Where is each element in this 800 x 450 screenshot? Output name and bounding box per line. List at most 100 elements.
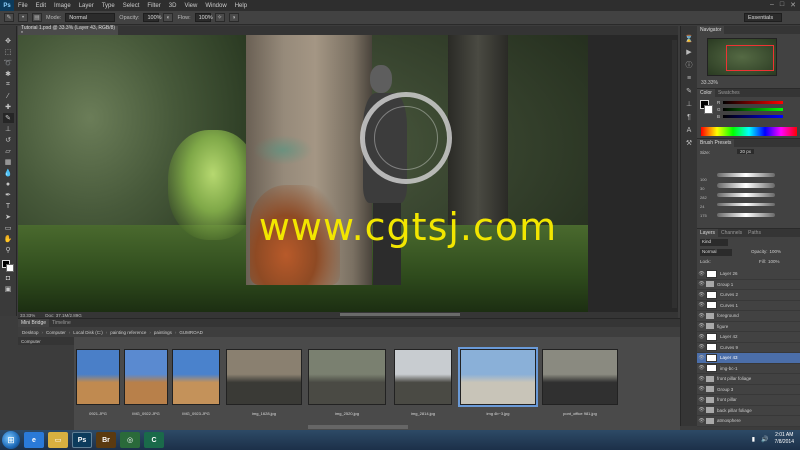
layer-blend-select[interactable]: Normal [700,249,732,256]
menu-view[interactable]: View [180,3,201,9]
brush-stroke-preview[interactable] [717,213,775,217]
type-tool-icon[interactable]: T [3,201,14,211]
menu-3d[interactable]: 3D [165,3,181,9]
layer-row[interactable]: 👁 Curves 2 [697,290,800,301]
brush-size-3[interactable]: 282 [700,193,707,202]
thumbnail-image[interactable] [226,349,302,405]
layer-visibility-icon[interactable]: 👁 [697,407,706,413]
character-icon[interactable]: A [684,125,695,135]
eyedropper-tool-icon[interactable]: ⁄ [3,91,14,101]
history-brush-tool-icon[interactable]: ↺ [3,135,14,145]
tab-brush-presets[interactable]: Brush Presets [697,139,735,147]
layer-opacity-field[interactable]: 100% [770,249,782,254]
history-icon[interactable]: ⌛ [684,34,695,44]
layer-visibility-icon[interactable]: 👁 [697,376,706,382]
brush-stroke-preview[interactable] [717,203,775,206]
workspace-select[interactable]: Essentials [744,13,782,22]
layer-visibility-icon[interactable]: 👁 [697,292,706,298]
layer-visibility-icon[interactable]: 👁 [697,386,706,392]
taskbar-explorer-icon[interactable]: ▭ [48,432,68,448]
layer-row[interactable]: 👁 front pillar [697,395,800,406]
breadcrumb-item[interactable]: paintings [154,330,172,335]
eraser-tool-icon[interactable]: ▱ [3,146,14,156]
tool-presets-icon[interactable]: ⚒ [684,138,695,148]
menu-edit[interactable]: Edit [32,3,50,9]
breadcrumb-item[interactable]: Desktop [22,330,39,335]
layer-filter-select[interactable]: Kind [700,239,728,246]
tab-channels[interactable]: Channels [718,229,745,237]
layer-visibility-icon[interactable]: 👁 [697,271,706,277]
brush-tool-icon[interactable]: ✎ [4,13,14,22]
brush-stroke-preview[interactable] [717,183,775,188]
start-button[interactable]: ⊞ [2,431,20,449]
color-spectrum-bar[interactable] [701,127,797,136]
navigator-view-rect[interactable] [726,45,774,71]
brush-size-4[interactable]: 24 [700,202,707,211]
path-select-tool-icon[interactable]: ➤ [3,212,14,222]
flow-field[interactable]: 100% [194,13,213,22]
status-zoom[interactable]: 33.33% [20,313,35,318]
actions-icon[interactable]: ▶ [684,47,695,57]
layer-visibility-icon[interactable]: 👁 [697,302,706,308]
thumbnail-image[interactable] [458,347,538,407]
layer-row[interactable]: 👁 img-bc-1 [697,364,800,374]
tab-paths[interactable]: Paths [745,229,764,237]
tab-layers[interactable]: Layers [697,229,719,237]
taskbar-camtasia-icon[interactable]: ◎ [120,432,140,448]
taskbar-app-c-icon[interactable]: C [144,432,164,448]
volume-icon[interactable]: 🔊 [761,436,768,443]
brush-stroke-preview[interactable] [717,173,775,177]
layer-row[interactable]: 👁 Layer 42 [697,332,800,343]
tab-swatches[interactable]: Swatches [715,89,743,97]
navigator-zoom[interactable]: 33.33% [701,80,718,86]
bridge-thumbnail[interactable]: img 4b~3.jpg [458,347,538,417]
move-tool-icon[interactable]: ✥ [3,36,14,46]
layer-row[interactable]: 👁 Group 1 [697,280,800,290]
clone-source-icon[interactable]: ⊥ [684,99,695,109]
layer-visibility-icon[interactable]: 👁 [697,418,706,424]
navigator-thumbnail[interactable] [707,38,777,76]
bridge-scrollbar[interactable] [308,425,408,429]
bridge-thumbnail[interactable]: img_2814.jpg [394,349,452,417]
maximize-button[interactable]: □ [780,1,784,9]
layer-visibility-icon[interactable]: 👁 [697,313,706,319]
info-icon[interactable]: ⓘ [684,60,695,70]
taskbar-ie-icon[interactable]: e [24,432,44,448]
thumbnail-image[interactable] [308,349,386,405]
brush-size-field[interactable]: 20 px [737,149,755,154]
menu-select[interactable]: Select [119,3,144,9]
layer-visibility-icon[interactable]: 👁 [697,281,706,287]
bridge-thumbnail[interactable]: img_1628.jpg [226,349,302,417]
menu-window[interactable]: Window [201,3,230,9]
breadcrumb-item[interactable]: Local Disk (C:) [73,330,103,335]
canvas-vertical-scrollbar[interactable] [672,40,677,308]
breadcrumb-item[interactable]: painting reference [110,330,146,335]
taskbar-bridge-icon[interactable]: Br [96,432,116,448]
tab-navigator[interactable]: Navigator [697,26,725,34]
bridge-thumbnail[interactable]: IMG_0922.JPG [124,349,168,417]
menu-type[interactable]: Type [98,3,119,9]
shape-tool-icon[interactable]: ▭ [3,223,14,233]
properties-icon[interactable]: ≡ [684,73,695,83]
brush-panel-icon[interactable]: ✎ [684,86,695,96]
minimize-button[interactable]: – [770,1,774,9]
brush-stroke-previews[interactable] [717,171,777,221]
menu-image[interactable]: Image [50,3,75,9]
network-icon[interactable]: ▮ [752,436,755,443]
brush-tool-icon[interactable]: ✎ [2,113,14,123]
layer-visibility-icon[interactable]: 👁 [697,365,706,371]
stamp-tool-icon[interactable]: ⊥ [3,124,14,134]
layer-row[interactable]: 👁 figure [697,322,800,332]
layer-fill-field[interactable]: 100% [768,259,780,264]
layer-row[interactable]: 👁 Layer 26 [697,269,800,280]
pressure-size-icon[interactable]: ◑ [228,13,239,22]
thumbnail-image[interactable] [394,349,452,405]
b-slider[interactable] [723,115,783,118]
brush-size-2[interactable]: 30 [700,184,707,193]
breadcrumb-item[interactable]: Computer [46,330,66,335]
crop-tool-icon[interactable]: ⌗ [3,80,14,90]
bridge-thumbnail[interactable]: pont_office 981.jpg [542,349,618,417]
marquee-tool-icon[interactable]: ⬚ [3,47,14,57]
thumbnail-image[interactable] [76,349,120,405]
layer-row[interactable]: 👁 Layer 43 [697,353,800,364]
